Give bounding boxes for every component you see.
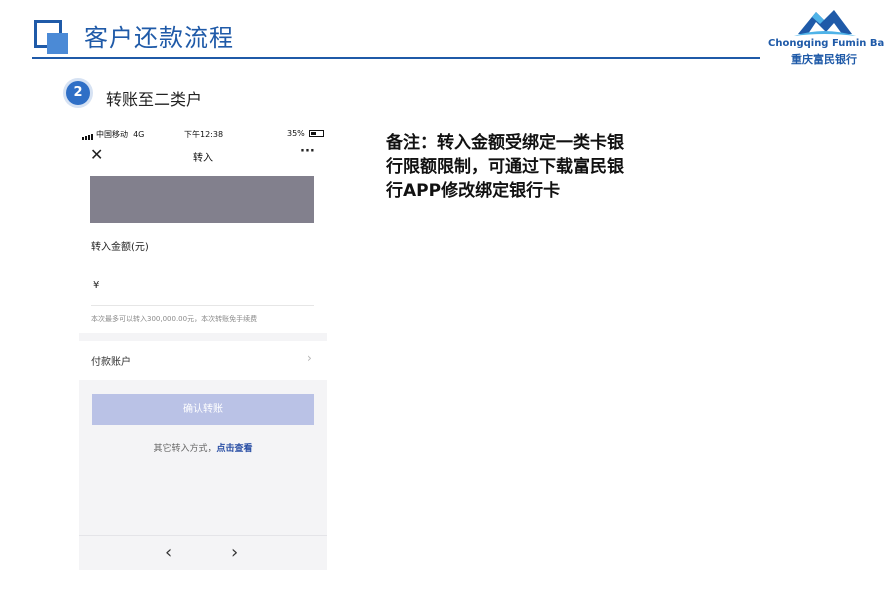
confirm-transfer-button[interactable]: 确认转账 xyxy=(92,394,314,425)
step-number: 2 xyxy=(66,81,90,105)
slide: 客户还款流程 Chongqing Fumin Bank 重庆富民银行 2 转账至… xyxy=(0,0,884,594)
header-square-icon xyxy=(34,20,68,54)
battery-info: 35% xyxy=(287,129,325,138)
amount-underline xyxy=(91,305,314,306)
status-bar: 中国移动 4G 下午12:38 35% xyxy=(79,124,327,142)
step-label: 转账至二类户 xyxy=(106,90,203,109)
battery-percent: 35% xyxy=(287,129,305,138)
payment-account-row[interactable]: 付款账户 › xyxy=(79,341,327,380)
network-type: 4G xyxy=(133,130,145,139)
other-methods-text: 其它转入方式， xyxy=(153,444,217,454)
logo-name-cn: 重庆富民银行 xyxy=(791,53,857,66)
payment-account-label: 付款账户 xyxy=(91,357,131,368)
currency-symbol: ¥ xyxy=(93,280,100,291)
nav-bar: ✕ 转入 ··· xyxy=(79,144,327,168)
section-gap xyxy=(79,333,327,341)
nav-title: 转入 xyxy=(193,153,213,164)
view-other-methods-link[interactable]: 点击查看 xyxy=(217,444,253,454)
amount-label: 转入金额(元) xyxy=(91,242,149,253)
signal-icon xyxy=(82,131,94,140)
carrier-info: 中国移动 4G xyxy=(82,129,144,140)
logo-name-en: Chongqing Fumin Bank xyxy=(768,38,884,49)
status-time: 下午12:38 xyxy=(184,130,224,139)
page-title: 客户还款流程 xyxy=(84,24,234,52)
bottom-nav: ‹ › xyxy=(79,535,327,570)
fumin-bank-logo: Chongqing Fumin Bank 重庆富民银行 xyxy=(768,6,884,68)
more-icon[interactable]: ··· xyxy=(300,144,315,159)
other-methods: 其它转入方式，点击查看 xyxy=(79,441,327,454)
step-badge: 2 xyxy=(63,78,93,108)
back-icon[interactable]: ‹ xyxy=(165,542,172,563)
chevron-right-icon: › xyxy=(307,351,312,365)
redacted-account-info xyxy=(90,176,314,223)
carrier-name: 中国移动 xyxy=(96,130,128,139)
amount-input[interactable]: ¥ xyxy=(93,280,99,291)
fumin-bank-logo-mark-icon xyxy=(794,10,856,36)
phone-screen: 中国移动 4G 下午12:38 35% ✕ 转入 ··· 转入金额(元) ¥ 本… xyxy=(79,124,327,570)
remark-note: 备注：转入金额受绑定一类卡银行限额限制，可通过下载富民银行APP修改绑定银行卡 xyxy=(386,133,624,201)
forward-icon[interactable]: › xyxy=(231,542,238,563)
header-divider xyxy=(32,57,760,59)
battery-icon xyxy=(309,130,325,137)
transfer-limit-note: 本次最多可以转入300,000.00元，本次转账免手续费 xyxy=(91,315,258,323)
